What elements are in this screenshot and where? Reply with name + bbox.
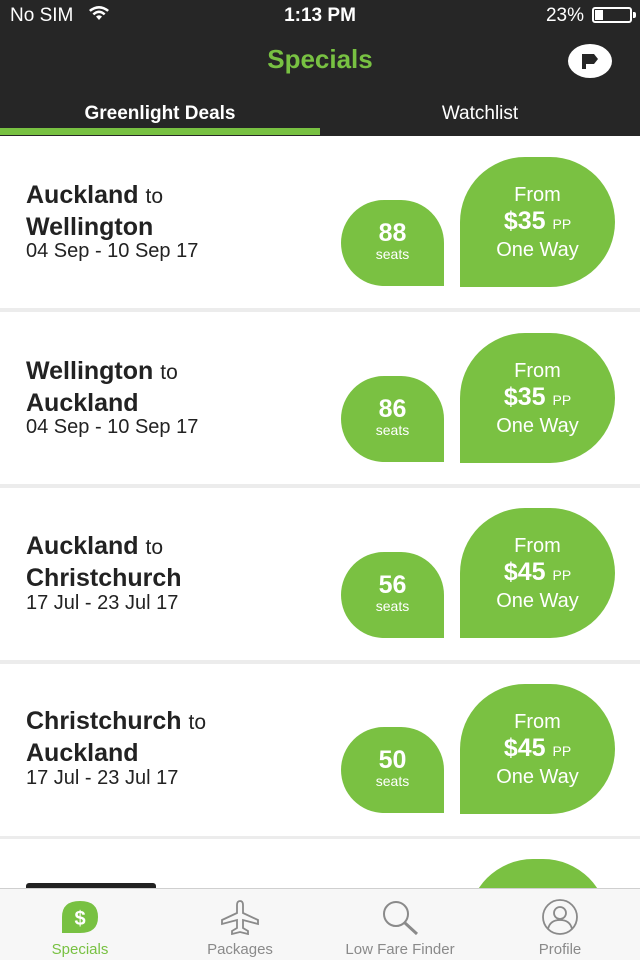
tabbar-label: Specials xyxy=(51,941,109,958)
price-amount: $45 xyxy=(503,734,546,762)
trip-type: One Way xyxy=(496,766,579,788)
deal-card[interactable]: Christchurch to Auckland 17 Jul - 23 Jul… xyxy=(0,664,640,836)
destination-city: Auckland xyxy=(26,739,139,767)
seats-badge: 88 seats xyxy=(341,200,444,286)
tabbar-profile[interactable]: Profile xyxy=(480,889,640,960)
destination-city: Wellington xyxy=(26,213,154,241)
status-time: 1:13 PM xyxy=(284,5,356,26)
price-from-label: From xyxy=(514,184,561,206)
flag-icon xyxy=(582,54,598,69)
tabbar-low-fare-finder[interactable]: Low Fare Finder xyxy=(320,889,480,960)
destination-city: Auckland xyxy=(26,389,139,417)
price-pp: PP xyxy=(552,216,572,232)
screen: No SIM 1:13 PM 23% Specials Greenlight D… xyxy=(0,0,640,960)
deal-route: Auckland to Christchurch xyxy=(26,531,182,594)
seats-count: 88 xyxy=(378,219,407,247)
deal-route: Auckland to Wellington xyxy=(26,180,163,243)
trip-type: One Way xyxy=(496,239,579,261)
route-connector: to xyxy=(145,536,163,559)
price-from-label: From xyxy=(514,360,561,382)
deal-card[interactable]: Wellington to Auckland 04 Sep - 10 Sep 1… xyxy=(0,312,640,484)
route-connector: to xyxy=(188,711,207,734)
deal-dates: 17 Jul - 23 Jul 17 xyxy=(26,592,179,614)
tab-watchlist[interactable]: Watchlist xyxy=(320,96,640,136)
price-pp: PP xyxy=(552,743,572,759)
price-amount: $45 xyxy=(503,558,546,586)
page-title: Specials xyxy=(267,44,373,74)
seats-label: seats xyxy=(375,246,410,262)
seats-label: seats xyxy=(375,422,410,438)
seats-count: 86 xyxy=(378,395,407,423)
deal-card[interactable]: Auckland to Christchurch 17 Jul - 23 Jul… xyxy=(0,488,640,660)
price-badge: From $45 PP One Way xyxy=(460,684,615,814)
price-amount: $35 xyxy=(503,383,546,411)
price-badge-fragment xyxy=(468,859,608,888)
deal-dates: 17 Jul - 23 Jul 17 xyxy=(26,767,179,789)
tabbar-label: Profile xyxy=(538,941,582,958)
trip-type: One Way xyxy=(496,590,579,612)
status-bar: No SIM 1:13 PM 23% xyxy=(0,0,640,30)
origin-city: Auckland xyxy=(26,532,139,560)
tabbar-specials[interactable]: $ Specials xyxy=(0,889,160,960)
origin-city: Christchurch xyxy=(26,707,182,735)
deal-route: Wellington to Auckland xyxy=(26,356,178,419)
flag-button[interactable] xyxy=(568,44,612,78)
search-icon xyxy=(383,901,419,935)
price-pp: PP xyxy=(552,392,572,408)
seats-label: seats xyxy=(375,598,410,614)
profile-icon xyxy=(542,899,578,935)
price-from-label: From xyxy=(514,535,561,557)
price-pp: PP xyxy=(552,567,572,583)
deal-card[interactable]: Auckland to Wellington 04 Sep - 10 Sep 1… xyxy=(0,136,640,308)
route-connector: to xyxy=(160,361,178,384)
tabbar-packages[interactable]: Packages xyxy=(160,889,320,960)
origin-city: Auckland xyxy=(26,181,139,209)
deal-dates: 04 Sep - 10 Sep 17 xyxy=(26,240,199,262)
active-tab-indicator xyxy=(0,128,320,135)
battery-percent: 23% xyxy=(545,5,584,26)
dollar-icon: $ xyxy=(62,901,98,933)
deal-dates: 04 Sep - 10 Sep 17 xyxy=(26,416,199,438)
deal-route: Christchurch to Auckland xyxy=(26,706,206,769)
price-badge: From $35 PP One Way xyxy=(460,333,615,463)
trip-type: One Way xyxy=(496,415,579,437)
deal-card-partial[interactable] xyxy=(0,839,640,888)
price-badge: From $35 PP One Way xyxy=(460,157,615,287)
price-from-label: From xyxy=(514,711,561,733)
tabbar-label: Low Fare Finder xyxy=(345,941,455,958)
top-bar: No SIM 1:13 PM 23% Specials Greenlight D… xyxy=(0,0,640,136)
svg-text:$: $ xyxy=(74,908,85,930)
origin-city: Wellington xyxy=(26,357,154,385)
battery-icon xyxy=(592,7,636,23)
tabbar-label: Packages xyxy=(207,941,273,958)
seats-label: seats xyxy=(375,773,410,789)
destination-city: Christchurch xyxy=(26,564,182,592)
price-badge: From $45 PP One Way xyxy=(460,508,615,638)
price-amount: $35 xyxy=(503,207,546,235)
seats-badge: 50 seats xyxy=(341,727,444,813)
seats-count: 50 xyxy=(378,746,407,774)
plane-icon xyxy=(221,900,259,935)
bottom-tab-bar: $ Specials Packages Low Fare Finder Prof… xyxy=(0,888,640,960)
route-connector: to xyxy=(145,185,163,208)
seats-badge: 86 seats xyxy=(341,376,444,462)
seats-count: 56 xyxy=(378,571,407,599)
seats-badge: 56 seats xyxy=(341,552,444,638)
